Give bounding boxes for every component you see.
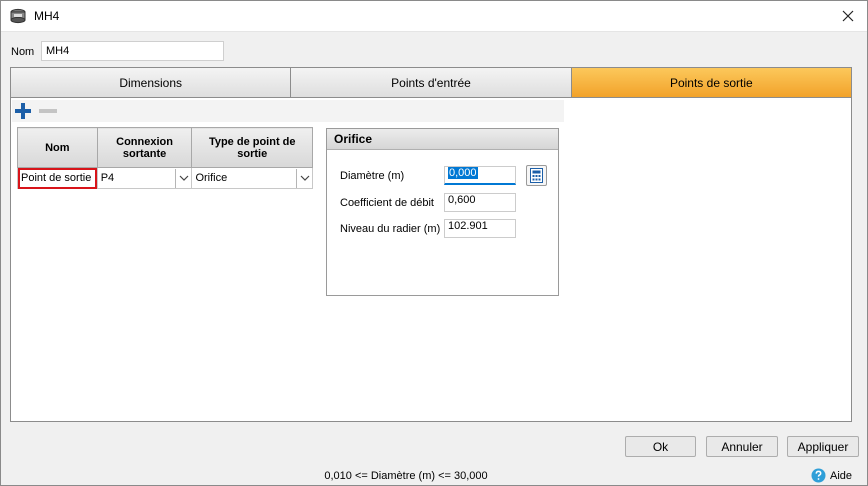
help-label: Aide	[830, 469, 853, 482]
orifice-group-title: Orifice	[327, 129, 558, 150]
discharge-coefficient-value: 0,600	[448, 194, 476, 206]
cell-type[interactable]: Orifice	[191, 167, 313, 189]
chevron-down-icon	[300, 175, 309, 181]
column-header-name[interactable]: Nom	[17, 127, 98, 168]
calculator-button[interactable]	[526, 165, 547, 186]
close-button[interactable]	[835, 4, 861, 28]
apply-button[interactable]: Appliquer	[787, 436, 859, 457]
orifice-group: Orifice Diamètre (m) 0,000 Coefficient d…	[326, 128, 559, 296]
cell-connection[interactable]: P4	[96, 167, 193, 189]
tab-dimensions[interactable]: Dimensions	[11, 68, 292, 97]
window-title: MH4	[34, 9, 60, 23]
diameter-input[interactable]: 0,000	[444, 166, 516, 185]
ok-button[interactable]: Ok	[625, 436, 696, 457]
connection-dropdown-toggle[interactable]	[175, 168, 191, 188]
tab-strip: Dimensions Points d'entrée Points de sor…	[10, 67, 852, 98]
chevron-down-icon	[179, 175, 189, 181]
minus-icon	[39, 109, 57, 113]
tab-exit-points[interactable]: Points de sortie	[571, 68, 851, 97]
plus-icon	[15, 103, 31, 119]
add-row-button[interactable]	[15, 103, 31, 119]
discharge-coefficient-input[interactable]: 0,600	[444, 193, 516, 212]
diameter-value: 0,000	[448, 167, 478, 179]
table-row[interactable]: Point de sortie P4 Orifice	[17, 167, 313, 189]
tab-entry-points[interactable]: Points d'entrée	[291, 68, 572, 97]
exit-points-panel: Nom Connexion sortante Type de point de …	[10, 98, 852, 422]
name-input[interactable]	[41, 41, 224, 61]
name-label: Nom	[11, 46, 35, 58]
type-dropdown-toggle[interactable]	[296, 168, 312, 188]
title-bar: MH4	[1, 1, 867, 32]
cell-exit-name[interactable]: Point de sortie	[17, 167, 98, 189]
connection-dropdown[interactable]: P4	[98, 168, 192, 188]
remove-row-button[interactable]	[39, 103, 57, 119]
type-value: Orifice	[195, 172, 228, 184]
diameter-label: Diamètre (m)	[340, 170, 405, 182]
invert-level-input[interactable]: 102.901	[444, 219, 516, 238]
invert-level-label: Niveau du radier (m)	[340, 223, 441, 235]
column-header-type[interactable]: Type de point de sortie	[191, 127, 313, 168]
exit-points-grid: Nom Connexion sortante Type de point de …	[17, 127, 313, 189]
discharge-coefficient-label: Coefficient de débit	[340, 197, 434, 209]
help-icon	[811, 468, 826, 483]
type-dropdown[interactable]: Orifice	[192, 168, 312, 188]
manhole-icon	[10, 8, 26, 24]
grid-toolbar	[12, 100, 564, 122]
status-message: 0,010 <= Diamètre (m) <= 30,000	[324, 470, 488, 482]
dialog-window: MH4 Nom Dimensions Points d'entrée Point…	[0, 0, 868, 486]
close-icon	[842, 10, 854, 22]
column-header-connection[interactable]: Connexion sortante	[96, 127, 193, 168]
invert-level-value: 102.901	[448, 220, 488, 232]
help-button[interactable]: Aide	[811, 468, 852, 483]
connection-value: P4	[100, 172, 115, 184]
cancel-button[interactable]: Annuler	[706, 436, 778, 457]
calculator-icon	[530, 168, 543, 183]
